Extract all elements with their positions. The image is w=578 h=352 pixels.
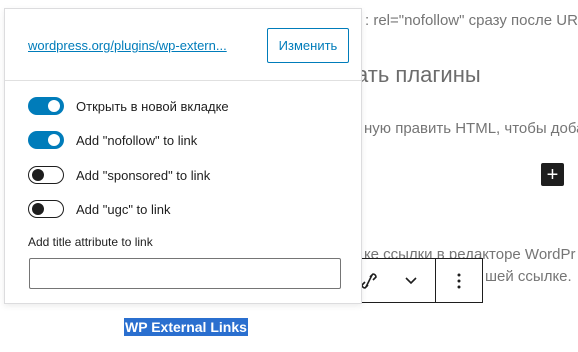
more-options-button[interactable] (435, 259, 482, 302)
more-vertical-icon (457, 273, 461, 288)
toggle-label: Add "sponsored" to link (76, 167, 211, 183)
selected-link-text[interactable]: WP External Links (124, 318, 248, 336)
toggle-nofollow[interactable]: Add "nofollow" to link (28, 131, 197, 149)
background-text-line: : rel="nofollow" сразу после URL (365, 12, 578, 29)
toggle-ugc[interactable]: Add "ugc" to link (28, 200, 171, 218)
toggle-switch[interactable] (28, 131, 64, 149)
background-text-line: ную править HTML, чтобы доба (364, 120, 578, 137)
toggle-label: Открыть в новой вкладке (76, 98, 229, 114)
link-preview: wordpress.org/plugins/wp-extern... Измен… (5, 9, 361, 81)
plus-icon: + (546, 163, 559, 186)
link-url[interactable]: wordpress.org/plugins/wp-extern... (28, 38, 227, 53)
toggle-label: Add "nofollow" to link (76, 132, 198, 148)
toggle-switch[interactable] (28, 97, 64, 115)
title-attribute-label: Add title attribute to link (28, 235, 153, 249)
background-heading: ать плагины (356, 62, 481, 87)
options-dropdown-button[interactable] (387, 259, 435, 302)
toggle-sponsored[interactable]: Add "sponsored" to link (28, 166, 210, 184)
link-settings-popover: wordpress.org/plugins/wp-extern... Измен… (4, 8, 362, 304)
block-inserter-button[interactable]: + (541, 163, 564, 186)
toggle-open-new-tab[interactable]: Открыть в новой вкладке (28, 97, 229, 115)
background-text-line: шей ссылке. (485, 268, 572, 285)
unlink-icon (361, 272, 377, 289)
block-toolbar (350, 258, 483, 303)
title-attribute-input[interactable] (29, 258, 341, 289)
edit-link-button[interactable]: Изменить (267, 28, 349, 63)
chevron-down-icon (405, 276, 417, 284)
toggle-switch[interactable] (28, 166, 64, 184)
toggle-switch[interactable] (28, 200, 64, 218)
toggle-label: Add "ugc" to link (76, 201, 171, 217)
